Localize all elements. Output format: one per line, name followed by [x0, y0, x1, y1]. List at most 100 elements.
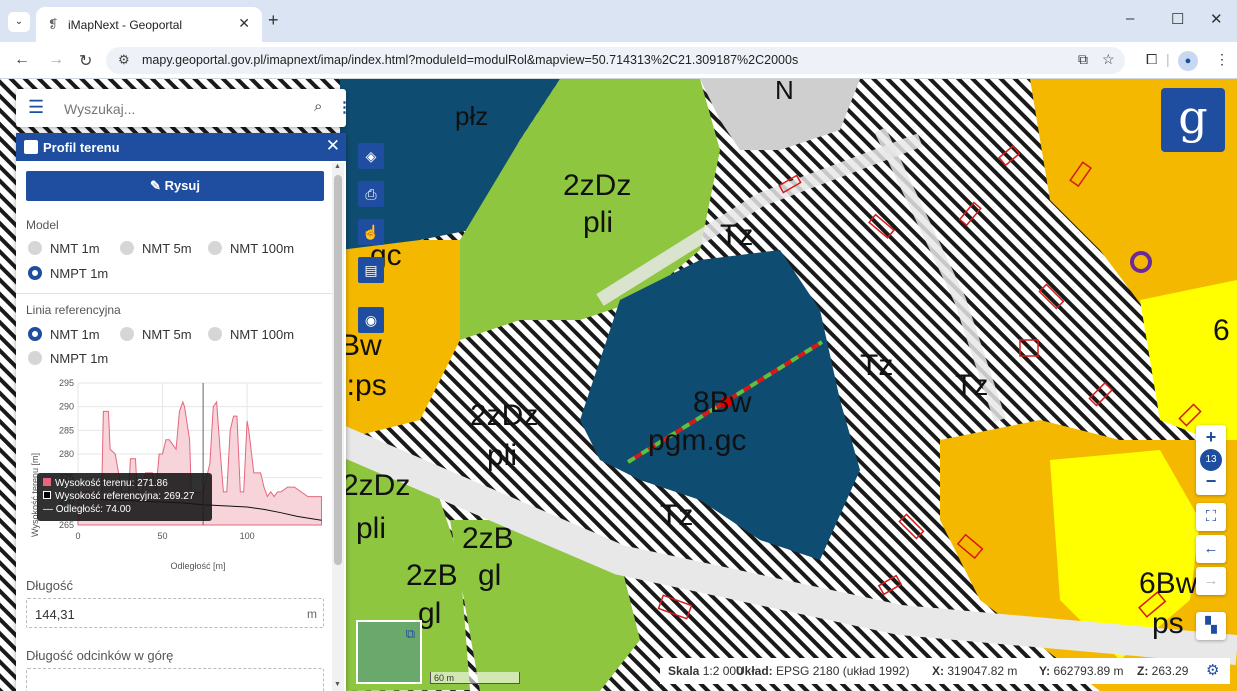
ref-option-nmt100[interactable]: NMT 100m — [208, 327, 294, 345]
profile-avatar-icon[interactable]: ● — [1178, 51, 1198, 71]
layers-icon[interactable]: ◈ — [358, 143, 384, 169]
model-option-nmpt1[interactable]: NMPT 1m — [28, 266, 108, 284]
model-option-nmt100[interactable]: NMT 100m — [208, 241, 294, 259]
draw-button[interactable]: ✎ Rysuj — [26, 171, 324, 201]
radio-label: NMT 100m — [230, 241, 295, 256]
tab-search-menu-icon[interactable]: ⌄ — [8, 12, 30, 32]
panel-close-icon[interactable]: ✕ — [326, 136, 340, 156]
radio-icon — [208, 241, 222, 255]
crs-value: EPSG 2180 (układ 1992) — [776, 664, 910, 678]
ref-option-nmt5[interactable]: NMT 5m — [120, 327, 192, 345]
forward-icon[interactable]: → — [48, 51, 64, 69]
uphill-length-label: Długość odcinków w górę — [26, 648, 174, 663]
radio-icon — [120, 241, 134, 255]
forward-view-icon[interactable]: → — [1196, 567, 1226, 595]
y-value: 662793.89 m — [1053, 664, 1124, 678]
crs-label: Układ: — [736, 664, 773, 678]
svg-text:2zB: 2zB — [406, 559, 458, 592]
search-icon[interactable]: ⌕ — [314, 98, 322, 115]
window-close-icon[interactable]: ✕ — [1210, 10, 1223, 28]
chart-y-tick-label: 265 — [59, 520, 74, 530]
tooltip-distance: — Odległość: 74.00 — [43, 504, 131, 515]
zoom-in-icon[interactable]: + — [1196, 427, 1226, 448]
chart-y-tick-label: 280 — [59, 449, 74, 459]
hamburger-menu-icon[interactable]: ☰ — [28, 97, 44, 118]
new-tab-icon[interactable]: + — [268, 10, 279, 31]
y-label: Y: — [1039, 664, 1051, 678]
chart-y-tick-label: 285 — [59, 425, 74, 435]
ref-option-nmt1[interactable]: NMT 1m — [28, 327, 100, 345]
reference-line-label: Linia referencyjna — [26, 303, 121, 317]
z-label: Z: — [1137, 664, 1149, 678]
open-in-app-icon[interactable]: ⧉ — [1078, 51, 1088, 68]
scale-bar: 60 m — [430, 672, 520, 684]
search-input[interactable]: Wyszukaj... — [64, 101, 135, 117]
touch-tool-icon[interactable]: ☝ — [358, 219, 384, 245]
bookmark-star-icon[interactable]: ☆ — [1102, 51, 1115, 68]
scrollbar-thumb[interactable] — [334, 175, 342, 565]
scroll-down-icon[interactable]: ▼ — [334, 681, 341, 688]
svg-text:pli: pli — [487, 439, 517, 472]
back-view-icon[interactable]: ← — [1196, 535, 1226, 563]
clipboard-icon[interactable]: ▤ — [358, 257, 384, 283]
svg-text:Tz: Tz — [860, 349, 893, 382]
minimize-icon[interactable]: – — [1126, 10, 1134, 27]
print-icon[interactable]: ⎙ — [358, 181, 384, 207]
svg-text:ps: ps — [1152, 607, 1184, 640]
reference-swatch — [43, 491, 51, 499]
model-option-nmt5[interactable]: NMT 5m — [120, 241, 192, 259]
map-parcels-icon[interactable]: ▚ — [1196, 612, 1226, 640]
toolbar-divider: | — [1166, 51, 1170, 67]
camera-icon[interactable]: ◉ — [358, 307, 384, 333]
length-field[interactable]: 144,31 m — [26, 598, 324, 628]
panel-scrollbar[interactable]: ▲ ▼ — [332, 163, 344, 691]
svg-text:8Bw: 8Bw — [693, 386, 752, 419]
zoom-out-icon[interactable]: − — [1196, 471, 1226, 492]
ref-option-nmpt1[interactable]: NMPT 1m — [28, 351, 108, 369]
svg-text:pli: pli — [356, 512, 386, 545]
status-bar: Skala 1:2 000 Układ: EPSG 2180 (układ 19… — [660, 658, 1230, 684]
tooltip-reference: Wysokość referencyjna: 269.27 — [55, 491, 195, 502]
basemap-thumbnail[interactable]: ⧉ — [356, 620, 422, 684]
browser-tab[interactable]: ❡ iMapNext - Geoportal ✕ — [36, 7, 262, 42]
terrain-swatch — [43, 478, 51, 486]
radio-icon — [28, 241, 42, 255]
terrain-profile-panel: Profil terenu ✕ ▲ ▼ ✎ Rysuj Model NMT 1m… — [16, 133, 346, 691]
scroll-up-icon[interactable]: ▲ — [334, 163, 341, 170]
browser-menu-icon[interactable]: ⋮ — [1215, 51, 1229, 68]
settings-gear-icon[interactable]: ⚙ — [1206, 661, 1219, 679]
pencil-icon: ✎ — [150, 178, 161, 193]
svg-text:2zDz: 2zDz — [563, 169, 631, 202]
radio-icon — [28, 351, 42, 365]
radio-icon — [208, 327, 222, 341]
back-icon[interactable]: ← — [14, 51, 30, 69]
draw-button-label: Rysuj — [164, 178, 200, 193]
z-value: 263.29 — [1151, 664, 1189, 678]
svg-text:2zDz: 2zDz — [342, 469, 410, 502]
open-external-icon[interactable]: ⧉ — [406, 626, 415, 642]
address-bar[interactable]: ⚙ mapy.geoportal.gov.pl/imapnext/imap/in… — [106, 47, 1125, 74]
chart-y-tick-label: 295 — [59, 378, 74, 388]
radio-label: NMPT 1m — [50, 351, 109, 366]
reload-icon[interactable]: ↻ — [79, 51, 92, 71]
model-option-nmt1[interactable]: NMT 1m — [28, 241, 100, 259]
tab-favicon-icon: ❡ — [48, 17, 59, 31]
svg-text:pgm.gc: pgm.gc — [648, 424, 746, 457]
radio-label: NMT 1m — [50, 327, 100, 342]
extensions-icon[interactable]: ⧠ — [1146, 51, 1157, 68]
url-text: mapy.geoportal.gov.pl/imapnext/imap/inde… — [142, 53, 799, 67]
radio-selected-icon — [28, 266, 42, 280]
zoom-control: + 13 − — [1196, 425, 1226, 495]
chart-x-tick-label: 50 — [158, 531, 168, 541]
radio-label: NMPT 1m — [50, 266, 109, 281]
svg-text:pli: pli — [583, 206, 613, 239]
maximize-icon[interactable]: ☐ — [1171, 10, 1184, 28]
tab-close-icon[interactable]: ✕ — [238, 15, 250, 32]
geoportal-logo[interactable]: g — [1161, 88, 1225, 152]
search-options-icon[interactable]: ⋮ — [337, 98, 352, 116]
uphill-length-field[interactable] — [26, 668, 324, 691]
panel-header: Profil terenu ✕ — [16, 133, 346, 161]
site-info-icon[interactable]: ⚙ — [118, 52, 130, 68]
fullscreen-icon[interactable]: ⛶ — [1196, 503, 1226, 531]
browser-toolbar: ← → ↻ ⚙ mapy.geoportal.gov.pl/imapnext/i… — [0, 42, 1237, 79]
